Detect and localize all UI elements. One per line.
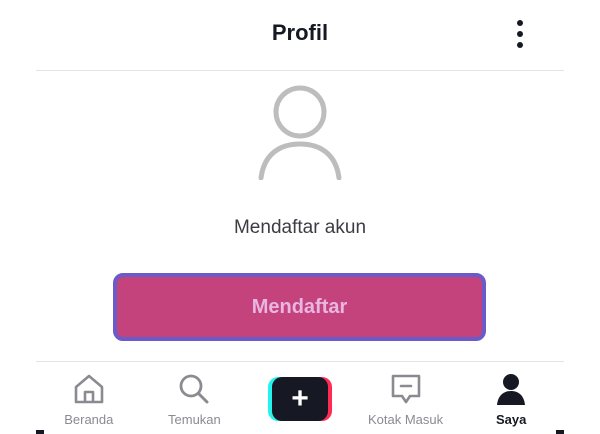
tab-beranda[interactable]: Beranda <box>36 362 142 434</box>
create-plus-icon: + <box>291 382 309 415</box>
more-vertical-icon <box>517 20 523 26</box>
page-title: Profil <box>271 20 329 45</box>
tab-label: Beranda <box>64 412 114 427</box>
create-button[interactable]: + <box>267 377 332 421</box>
tab-label: Temukan <box>168 412 221 427</box>
profile-icon <box>493 372 529 406</box>
tab-temukan[interactable]: Temukan <box>142 362 248 434</box>
tab-label: Saya <box>495 412 527 427</box>
signup-button[interactable]: Mendaftar <box>113 273 486 341</box>
divider <box>36 430 44 434</box>
signup-prompt: Mendaftar akun <box>233 217 367 238</box>
more-options-button[interactable] <box>508 16 532 52</box>
divider <box>556 430 564 434</box>
search-icon <box>176 372 212 406</box>
profile-screen: Profil Mendaftar akun Mendaftar Beranda <box>0 0 600 434</box>
tab-create[interactable]: + <box>247 362 353 434</box>
home-icon <box>71 372 107 406</box>
top-bar: Profil <box>36 0 564 71</box>
tab-saya[interactable]: Saya <box>458 362 564 434</box>
bottom-tab-bar: Beranda Temukan + Kotak Masuk Saya <box>36 361 564 434</box>
inbox-icon <box>388 372 424 406</box>
user-placeholder-icon <box>256 84 344 181</box>
tab-kotak-masuk[interactable]: Kotak Masuk <box>353 362 459 434</box>
tab-label: Kotak Masuk <box>368 412 444 427</box>
